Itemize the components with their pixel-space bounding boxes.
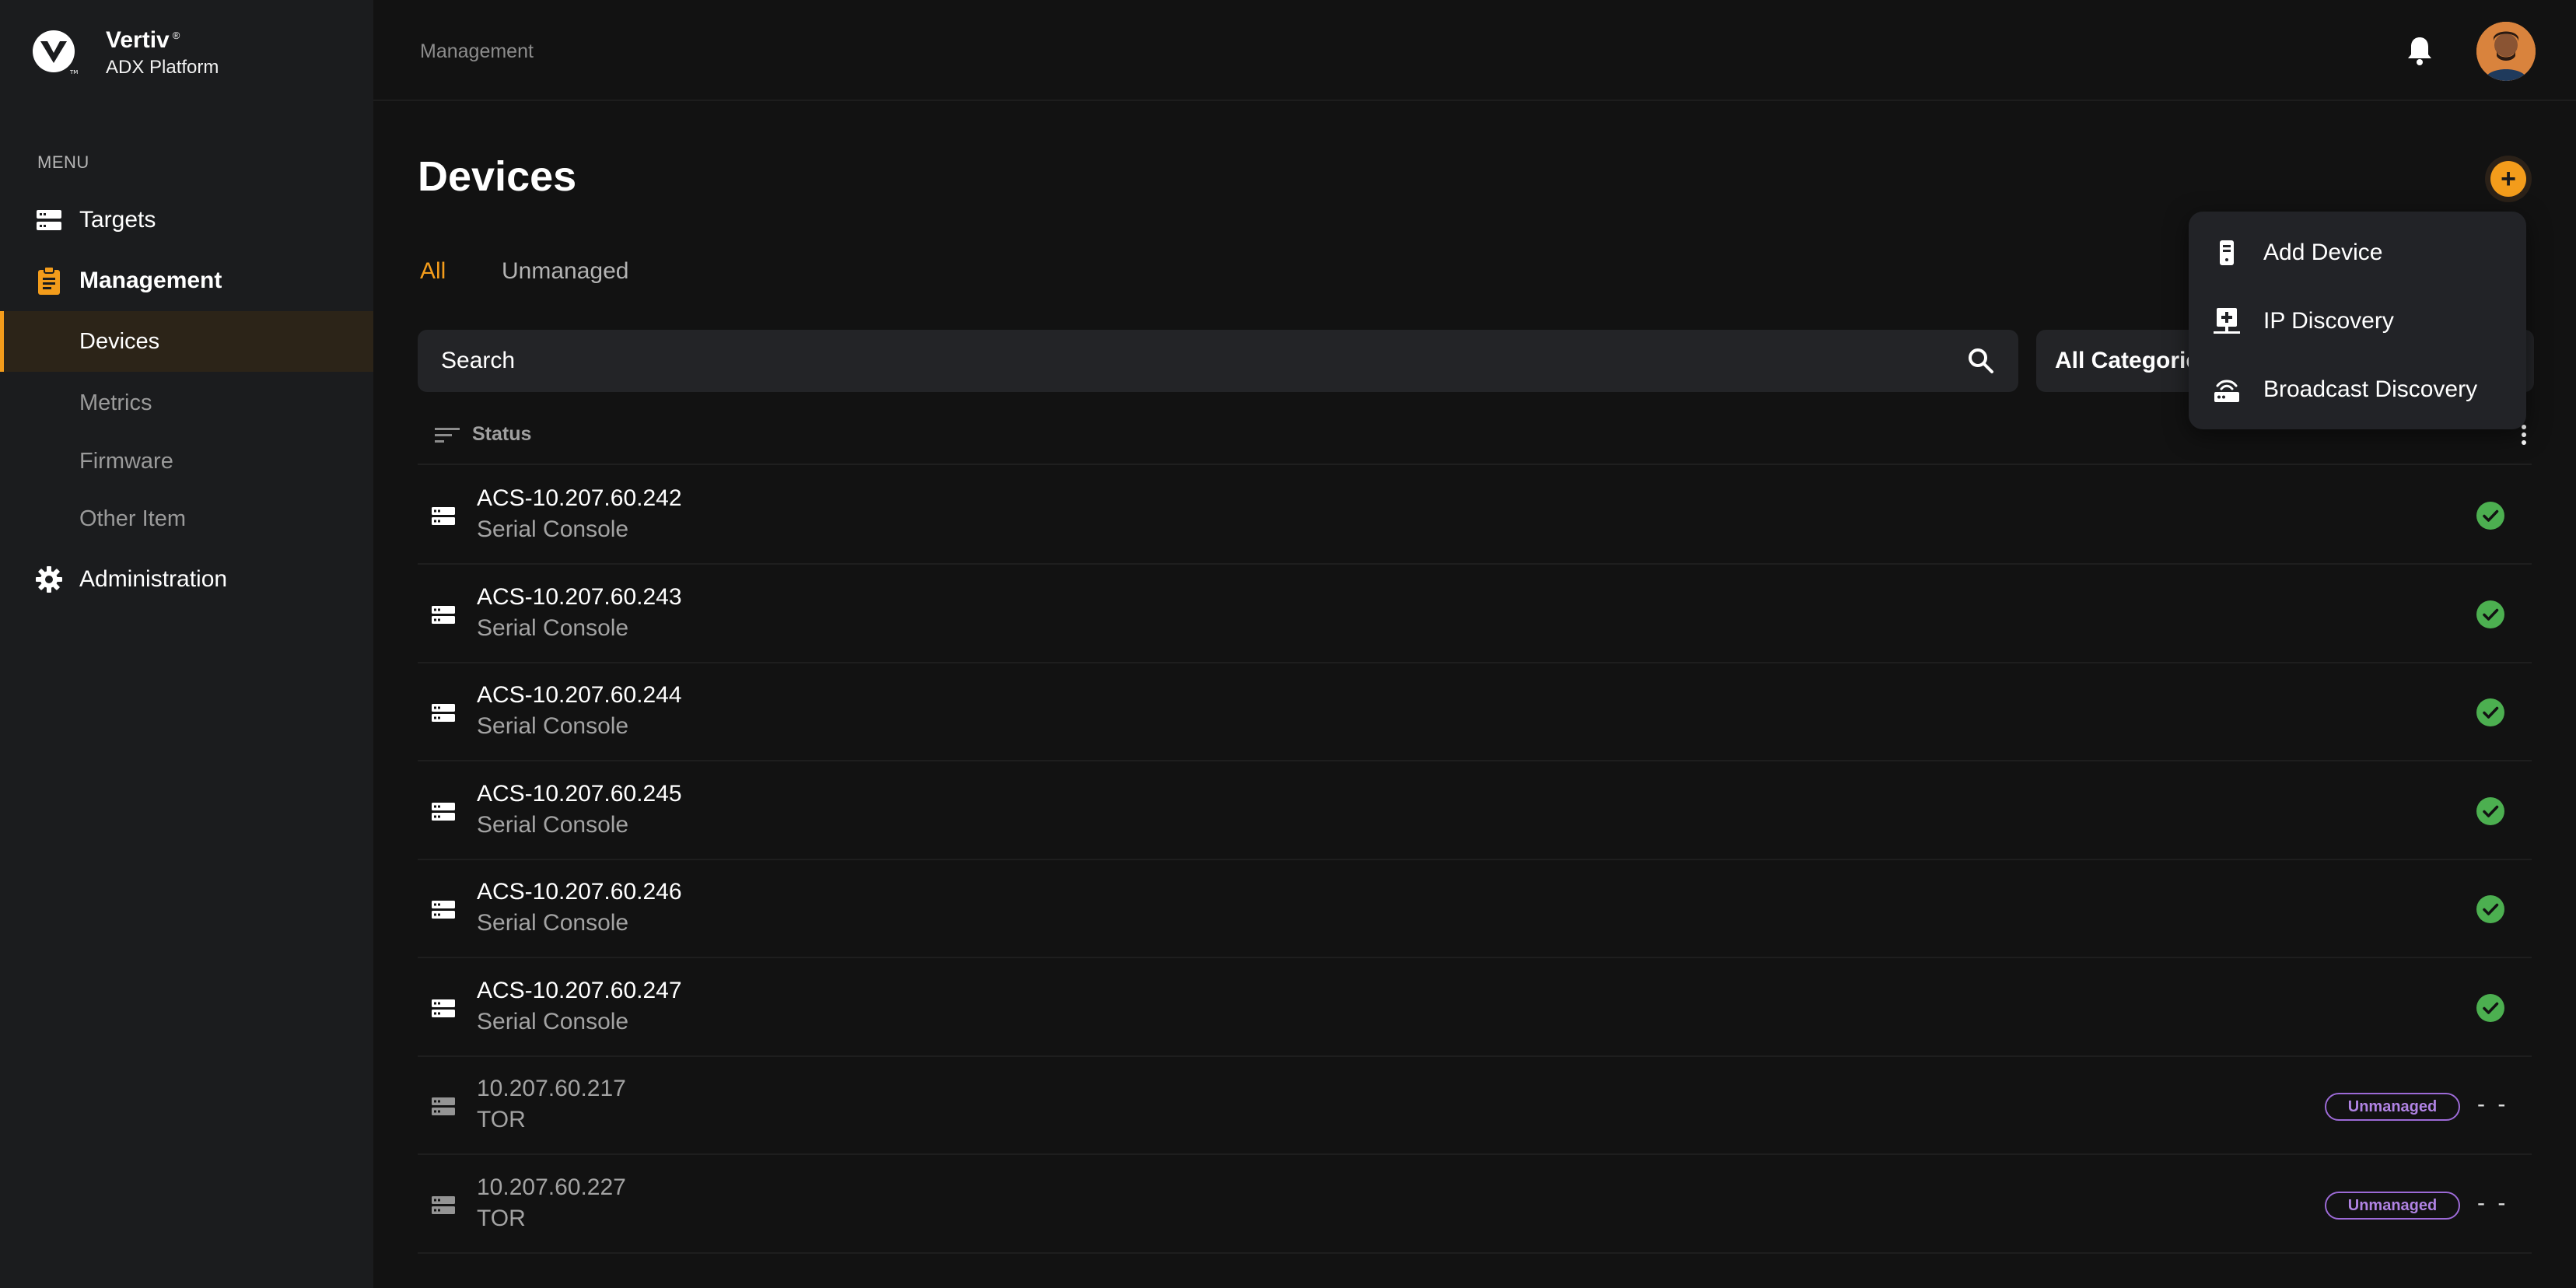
- brand-text: Vertiv ® ADX Platform: [106, 29, 219, 77]
- menu-item-label: IP Discovery: [2263, 308, 2394, 334]
- brand-name: Vertiv ®: [106, 29, 219, 52]
- device-type: Serial Console: [477, 812, 629, 838]
- device-name[interactable]: ACS-10.207.60.243: [477, 584, 682, 611]
- check-circle-icon: [2476, 895, 2504, 923]
- tab-unmanaged[interactable]: Unmanaged: [502, 258, 628, 285]
- sidebar-item-label: Other Item: [79, 506, 186, 531]
- table-row[interactable]: 10.207.60.227 TOR Unmanaged - -: [418, 1156, 2532, 1254]
- sidebar-item-management[interactable]: Management: [0, 250, 373, 311]
- check-circle-icon: [2476, 797, 2504, 825]
- search-input[interactable]: Search: [418, 330, 2018, 392]
- sidebar-item-other[interactable]: Other Item: [0, 488, 373, 549]
- device-name[interactable]: ACS-10.207.60.242: [477, 485, 682, 512]
- menu-label: MENU: [37, 152, 89, 172]
- status-badge: Unmanaged: [2325, 1192, 2460, 1220]
- brand-name-text: Vertiv: [106, 27, 170, 53]
- avatar[interactable]: [2476, 22, 2536, 81]
- table-row[interactable]: ACS-10.207.60.244 Serial Console: [418, 663, 2532, 761]
- table-row[interactable]: ACS-10.207.60.243 Serial Console: [418, 565, 2532, 663]
- brand-subtitle: ADX Platform: [106, 57, 219, 78]
- device-type: Serial Console: [477, 910, 629, 936]
- check-circle-icon: [2476, 994, 2504, 1022]
- table-row[interactable]: 10.207.60.217 TOR Unmanaged - -: [418, 1057, 2532, 1155]
- device-type: Serial Console: [477, 615, 629, 641]
- sidebar-item-label: Metrics: [79, 390, 152, 415]
- user-avatar-icon: [2476, 22, 2536, 81]
- server-icon: [432, 704, 455, 722]
- device-name[interactable]: ACS-10.207.60.244: [477, 682, 682, 709]
- sidebar-item-label: Firmware: [79, 448, 173, 474]
- registered-mark: ®: [172, 30, 180, 41]
- sidebar-item-devices[interactable]: Devices: [0, 311, 373, 372]
- menu-item-broadcast-discovery[interactable]: Broadcast Discovery: [2189, 358, 2526, 420]
- menu-item-label: Broadcast Discovery: [2263, 376, 2478, 402]
- server-icon: [432, 803, 455, 821]
- network-add-icon: [2214, 308, 2240, 334]
- server-icon: [432, 999, 455, 1017]
- page-title: Devices: [418, 153, 577, 200]
- check-circle-icon: [2476, 600, 2504, 628]
- device-type: TOR: [477, 1107, 526, 1132]
- sidebar-item-label: Devices: [79, 328, 160, 354]
- plus-icon: +: [2490, 161, 2526, 197]
- menu-item-ip-discovery[interactable]: IP Discovery: [2189, 289, 2526, 352]
- device-name[interactable]: 10.207.60.227: [477, 1174, 626, 1201]
- server-icon: [432, 507, 455, 525]
- device-type: Serial Console: [477, 516, 629, 542]
- device-name[interactable]: ACS-10.207.60.247: [477, 978, 682, 1004]
- menu-item-label: Add Device: [2263, 240, 2383, 265]
- bell-icon[interactable]: [2403, 34, 2436, 67]
- top-bar: Management: [373, 0, 2576, 101]
- menu-item-add-device[interactable]: Add Device: [2189, 221, 2526, 283]
- server-icon: [432, 1196, 455, 1214]
- server-rack-icon: [35, 206, 63, 234]
- sidebar-item-label: Targets: [79, 207, 156, 233]
- device-name[interactable]: ACS-10.207.60.245: [477, 781, 682, 807]
- sidebar-item-firmware[interactable]: Firmware: [0, 431, 373, 492]
- sidebar: TM Vertiv ® ADX Platform MENU Targets Ma…: [0, 0, 373, 1288]
- sidebar-item-administration[interactable]: Administration: [0, 549, 373, 610]
- device-name[interactable]: 10.207.60.217: [477, 1076, 626, 1102]
- check-circle-icon: [2476, 698, 2504, 726]
- device-type: Serial Console: [477, 1009, 629, 1034]
- gear-icon: [35, 565, 63, 593]
- sidebar-item-label: Management: [79, 268, 222, 293]
- vertiv-logo-icon: TM: [33, 30, 78, 75]
- status-value: - -: [2477, 1190, 2509, 1216]
- device-icon: [2220, 240, 2234, 265]
- table-row[interactable]: ACS-10.207.60.242 Serial Console: [418, 467, 2532, 565]
- server-icon: [432, 901, 455, 919]
- table-row[interactable]: ACS-10.207.60.246 Serial Console: [418, 860, 2532, 958]
- device-type: TOR: [477, 1206, 526, 1231]
- sidebar-item-metrics[interactable]: Metrics: [0, 373, 373, 433]
- search-icon[interactable]: [1965, 345, 1997, 376]
- breadcrumb[interactable]: Management: [420, 40, 534, 63]
- clipboard-icon: [35, 266, 63, 295]
- broadcast-router-icon: [2214, 380, 2239, 402]
- server-icon: [432, 1097, 455, 1115]
- check-circle-icon: [2476, 502, 2504, 530]
- device-name[interactable]: ACS-10.207.60.246: [477, 879, 682, 905]
- sort-icon[interactable]: [432, 420, 463, 451]
- tab-all[interactable]: All: [420, 258, 446, 285]
- sidebar-item-label: Administration: [79, 566, 228, 592]
- table-row[interactable]: ACS-10.207.60.247 Serial Console: [418, 959, 2532, 1057]
- table-row[interactable]: ACS-10.207.60.245 Serial Console: [418, 762, 2532, 860]
- svg-text:TM: TM: [69, 69, 78, 75]
- add-menu-dropdown: Add Device IP Discovery Broadcast Discov…: [2189, 212, 2526, 429]
- status-value: - -: [2477, 1091, 2509, 1117]
- brand[interactable]: TM Vertiv ® ADX Platform: [31, 28, 219, 78]
- status-column-header[interactable]: Status: [472, 423, 531, 446]
- add-button[interactable]: +: [2485, 156, 2532, 202]
- device-type: Serial Console: [477, 713, 629, 739]
- search-placeholder: Search: [441, 348, 516, 373]
- server-icon: [432, 606, 455, 624]
- sidebar-item-targets[interactable]: Targets: [0, 190, 373, 250]
- status-badge: Unmanaged: [2325, 1093, 2460, 1121]
